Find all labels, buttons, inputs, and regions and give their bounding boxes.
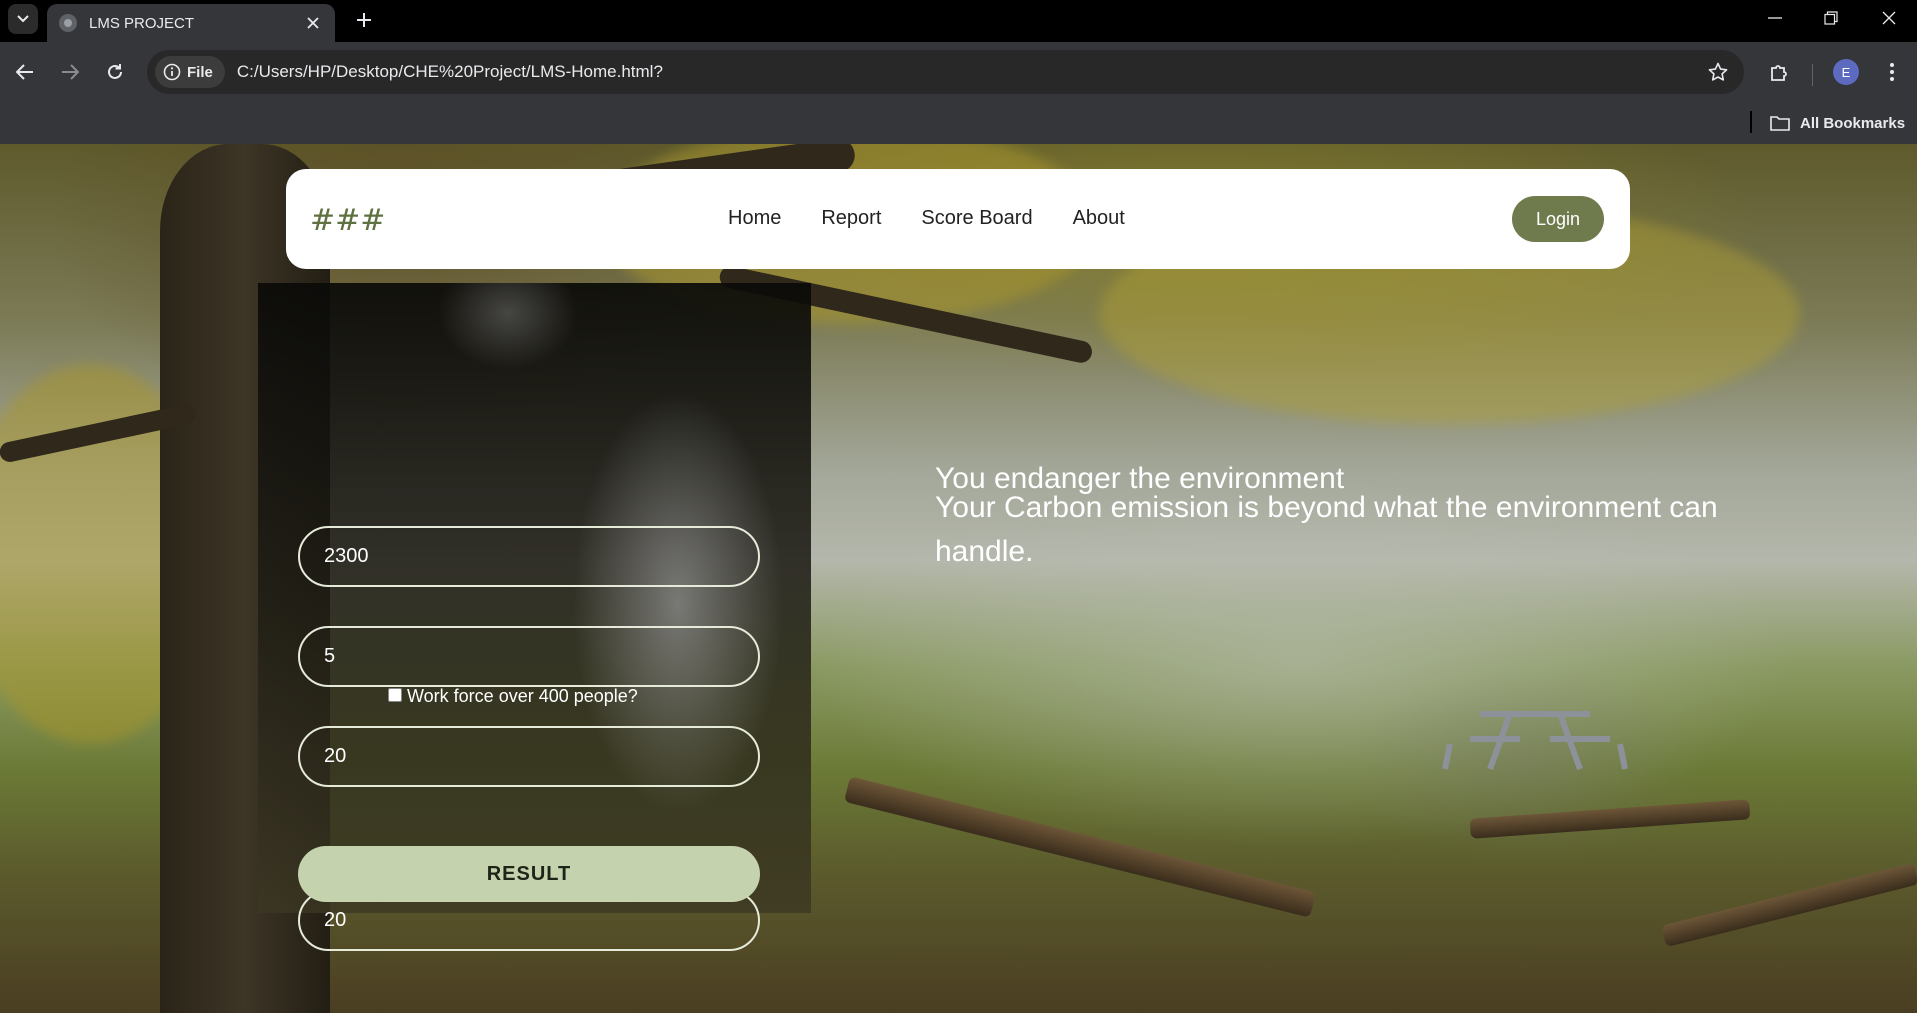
arrow-right-icon bbox=[62, 64, 79, 80]
background-log bbox=[1661, 862, 1917, 948]
site-info-chip[interactable]: File bbox=[155, 56, 225, 88]
restore-icon bbox=[1824, 11, 1838, 25]
reload-button[interactable] bbox=[97, 54, 133, 90]
tab-search-button[interactable] bbox=[8, 4, 38, 34]
site-navbar: ### Home Report Score Board About Login bbox=[286, 169, 1630, 269]
info-icon bbox=[163, 63, 181, 81]
close-window-button[interactable] bbox=[1861, 0, 1917, 36]
star-icon bbox=[1708, 62, 1728, 81]
input-field-3[interactable]: 20 bbox=[298, 726, 760, 787]
restore-button[interactable] bbox=[1803, 0, 1859, 36]
page-viewport: ### Home Report Score Board About Login … bbox=[0, 144, 1917, 1013]
login-button[interactable]: Login bbox=[1512, 196, 1604, 242]
nav-link-score-board[interactable]: Score Board bbox=[921, 207, 1032, 230]
result-message-body: Your Carbon emission is beyond what the … bbox=[935, 491, 1718, 568]
minimize-icon bbox=[1768, 17, 1782, 19]
input-field-2[interactable]: 5 bbox=[298, 626, 760, 687]
new-tab-button[interactable] bbox=[350, 6, 378, 34]
workforce-checkbox-label[interactable]: Work force over 400 people? bbox=[407, 686, 638, 707]
chevron-down-icon bbox=[17, 15, 29, 23]
workforce-checkbox-row: Work force over 400 people? bbox=[388, 686, 638, 707]
profile-button[interactable]: E bbox=[1828, 54, 1864, 90]
arrow-left-icon bbox=[16, 64, 33, 80]
plus-icon bbox=[357, 13, 371, 27]
site-logo[interactable]: ### bbox=[310, 203, 385, 238]
bookmarks-bar: All Bookmarks bbox=[0, 102, 1917, 144]
site-chip-label: File bbox=[187, 63, 213, 81]
tab-strip: LMS PROJECT bbox=[0, 0, 1917, 42]
extensions-button[interactable] bbox=[1761, 54, 1797, 90]
browser-toolbar: File C:/Users/HP/Desktop/CHE%20Project/L… bbox=[0, 42, 1917, 102]
browser-tab[interactable]: LMS PROJECT bbox=[47, 4, 335, 42]
nav-link-about[interactable]: About bbox=[1073, 207, 1125, 230]
globe-icon bbox=[59, 14, 77, 32]
nav-links: Home Report Score Board About bbox=[728, 207, 1125, 230]
close-icon bbox=[1882, 11, 1896, 25]
nav-link-report[interactable]: Report bbox=[821, 207, 881, 230]
all-bookmarks-button[interactable]: All Bookmarks bbox=[1770, 108, 1905, 138]
menu-button[interactable] bbox=[1874, 54, 1910, 90]
tab-title: LMS PROJECT bbox=[89, 14, 195, 32]
nav-link-home[interactable]: Home bbox=[728, 207, 781, 230]
forward-button[interactable] bbox=[52, 54, 88, 90]
toolbar-divider bbox=[1812, 64, 1813, 86]
back-button[interactable] bbox=[7, 54, 43, 90]
calculator-form: 2300 5 20 Work force over 400 people? 20… bbox=[258, 283, 811, 951]
background-picnic-table bbox=[1442, 711, 1628, 771]
close-icon bbox=[307, 17, 319, 29]
result-button[interactable]: RESULT bbox=[298, 846, 760, 902]
address-bar[interactable]: File C:/Users/HP/Desktop/CHE%20Project/L… bbox=[147, 50, 1744, 94]
bookmarks-divider bbox=[1750, 111, 1752, 133]
bookmark-star-button[interactable] bbox=[1698, 52, 1738, 92]
all-bookmarks-label: All Bookmarks bbox=[1800, 114, 1906, 132]
minimize-button[interactable] bbox=[1747, 0, 1803, 36]
avatar: E bbox=[1833, 59, 1859, 85]
input-field-1[interactable]: 2300 bbox=[298, 526, 760, 587]
url-text[interactable]: C:/Users/HP/Desktop/CHE%20Project/LMS-Ho… bbox=[237, 62, 1698, 82]
puzzle-icon bbox=[1771, 65, 1787, 81]
reload-icon bbox=[108, 64, 122, 79]
close-tab-button[interactable] bbox=[303, 13, 323, 33]
workforce-checkbox[interactable] bbox=[388, 687, 402, 702]
more-vert-icon bbox=[1890, 63, 1894, 81]
background-log bbox=[843, 776, 1317, 918]
folder-icon bbox=[1770, 116, 1790, 131]
background-log bbox=[1469, 799, 1751, 839]
